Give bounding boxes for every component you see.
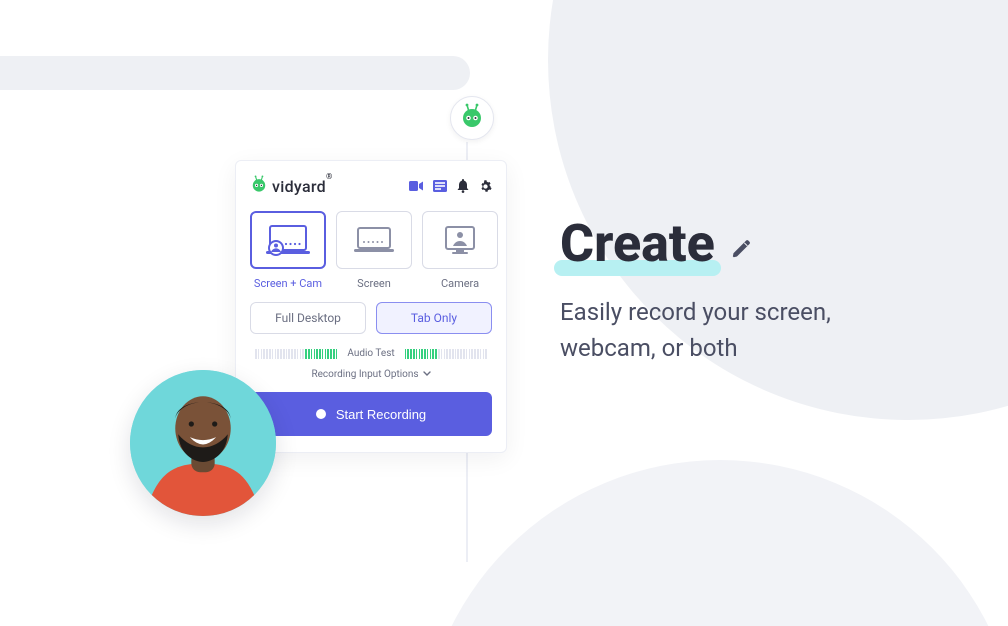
camera-icon[interactable] [409,180,423,192]
marketing-section: Create Easily record your screen, webcam… [560,218,840,366]
vidyard-mascot-icon [459,103,485,133]
audio-test-meter: Audio Test [250,348,492,359]
recording-input-options[interactable]: Recording Input Options [250,369,492,380]
scope-label: Full Desktop [275,311,341,325]
webcam-preview-bubble [130,370,276,516]
pencil-icon [731,238,753,264]
background-shape [420,460,1008,626]
gear-icon[interactable] [479,180,492,193]
mode-label: Screen + Cam [254,277,322,290]
mode-camera-icon [422,211,498,269]
start-recording-label: Start Recording [336,407,426,422]
scope-label: Tab Only [411,311,457,325]
marketing-subhead: Easily record your screen, webcam, or bo… [560,294,840,366]
record-indicator-icon [316,409,326,419]
mode-screen[interactable]: Screen [336,211,412,290]
audio-bars-left [255,349,337,359]
mode-screen-icon [336,211,412,269]
library-icon[interactable] [433,180,447,192]
mode-label: Screen [357,277,391,290]
mode-label: Camera [441,277,479,290]
brand-name: vidyard® [272,177,333,196]
mode-row: Screen + Cam Screen [250,211,492,290]
mode-camera[interactable]: Camera [422,211,498,290]
start-recording-button[interactable]: Start Recording [250,392,492,436]
mode-screen-cam[interactable]: Screen + Cam [250,211,326,290]
recorder-panel: vidyard® [235,160,507,453]
mode-screen-cam-icon [250,211,326,269]
audio-test-label: Audio Test [347,348,394,359]
scope-tab-only[interactable]: Tab Only [376,302,492,334]
panel-header: vidyard® [250,175,492,197]
scope-row: Full Desktop Tab Only [250,302,492,334]
recording-options-label: Recording Input Options [311,369,418,380]
extension-launcher[interactable] [450,96,494,140]
chevron-down-icon [423,369,431,380]
scope-full-desktop[interactable]: Full Desktop [250,302,366,334]
vidyard-mascot-icon [250,175,268,197]
marketing-headline: Create [560,218,715,270]
audio-bars-right [405,349,487,359]
browser-bar [0,56,470,90]
bell-icon[interactable] [457,179,469,193]
brand-logo: vidyard® [250,175,333,197]
